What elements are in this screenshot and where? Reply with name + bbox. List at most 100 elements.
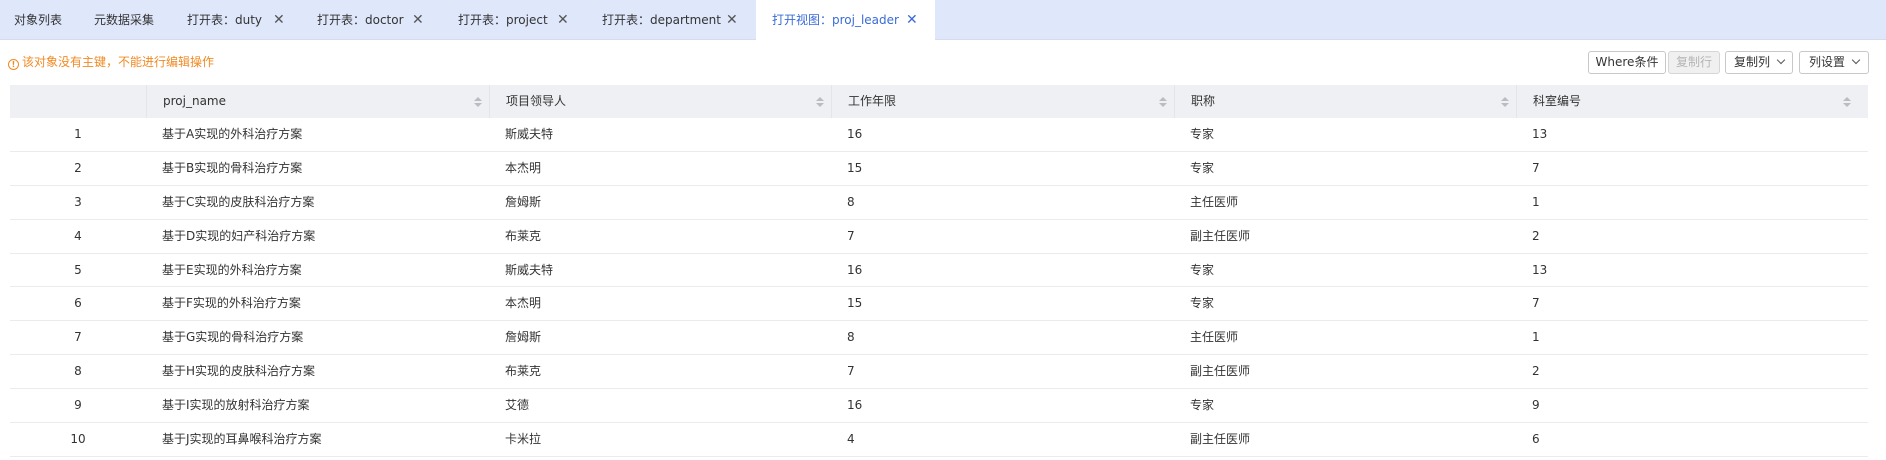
- cell-work-years[interactable]: 16: [847, 389, 1167, 422]
- cell-title[interactable]: 专家: [1190, 389, 1510, 422]
- cell-leader[interactable]: 布莱克: [505, 220, 825, 253]
- cell-leader[interactable]: 本杰明: [505, 287, 825, 320]
- cell-work-years[interactable]: 15: [847, 152, 1167, 185]
- table-row[interactable]: 3 基于C实现的皮肤科治疗方案 詹姆斯 8 主任医师 1: [10, 186, 1868, 220]
- cell-title[interactable]: 专家: [1190, 118, 1510, 151]
- column-header-proj-name[interactable]: proj_name: [146, 85, 489, 118]
- cell-title[interactable]: 副主任医师: [1190, 220, 1510, 253]
- cell-proj-name[interactable]: 基于G实现的骨科治疗方案: [162, 321, 482, 354]
- table-row[interactable]: 7 基于G实现的骨科治疗方案 詹姆斯 8 主任医师 1: [10, 321, 1868, 356]
- cell-proj-name[interactable]: 基于A实现的外科治疗方案: [162, 118, 482, 151]
- cell-title[interactable]: 专家: [1190, 254, 1510, 287]
- cell-dept-no[interactable]: 13: [1532, 118, 1852, 151]
- cell-dept-no[interactable]: 2: [1532, 220, 1852, 253]
- cell-proj-name[interactable]: 基于I实现的放射科治疗方案: [162, 389, 482, 422]
- close-icon[interactable]: ✕: [906, 0, 918, 40]
- cell-leader[interactable]: 斯威夫特: [505, 254, 825, 287]
- column-header-label: 职称: [1191, 94, 1216, 108]
- tab-metadata-collection[interactable]: 元数据采集: [80, 0, 168, 40]
- cell-work-years[interactable]: 16: [847, 254, 1167, 287]
- close-icon[interactable]: ✕: [273, 0, 285, 40]
- tab-proj-leader[interactable]: 打开视图：proj_leader ✕: [756, 0, 935, 41]
- column-settings-label: 列设置: [1808, 55, 1845, 69]
- cell-dept-no[interactable]: 7: [1532, 152, 1852, 185]
- close-icon[interactable]: ✕: [557, 0, 569, 40]
- cell-work-years[interactable]: 15: [847, 287, 1167, 320]
- tab-label: 打开表：doctor: [317, 13, 404, 27]
- cell-dept-no[interactable]: 7: [1532, 287, 1852, 320]
- row-index: 4: [74, 228, 82, 243]
- cell-proj-name[interactable]: 基于E实现的外科治疗方案: [162, 254, 482, 287]
- table-row[interactable]: 6 基于F实现的外科治疗方案 本杰明 15 专家 7: [10, 287, 1868, 322]
- tab-doctor[interactable]: 打开表：doctor ✕: [302, 0, 434, 40]
- cell-work-years[interactable]: 8: [847, 321, 1167, 354]
- row-index: 7: [74, 330, 82, 345]
- cell-leader[interactable]: 詹姆斯: [505, 186, 825, 219]
- cell-leader[interactable]: 詹姆斯: [505, 321, 825, 354]
- cell-title[interactable]: 主任医师: [1190, 321, 1510, 354]
- cell-proj-name[interactable]: 基于B实现的骨科治疗方案: [162, 152, 482, 185]
- table-row[interactable]: 8 基于H实现的皮肤科治疗方案 布莱克 7 副主任医师 2: [10, 355, 1868, 390]
- cell-dept-no[interactable]: 1: [1532, 186, 1852, 219]
- sort-icon[interactable]: [1159, 97, 1167, 107]
- cell-title[interactable]: 主任医师: [1190, 186, 1510, 219]
- close-icon[interactable]: ✕: [726, 0, 738, 40]
- cell-work-years[interactable]: 16: [847, 118, 1167, 151]
- cell-leader[interactable]: 艾德: [505, 389, 825, 422]
- chevron-down-icon: [1776, 55, 1786, 65]
- cell-title[interactable]: 专家: [1190, 287, 1510, 320]
- copy-column-dropdown[interactable]: 复制列: [1725, 51, 1793, 74]
- column-settings-dropdown[interactable]: 列设置: [1799, 51, 1869, 74]
- column-header-dept-no[interactable]: 科室编号: [1516, 85, 1868, 118]
- cell-proj-name[interactable]: 基于F实现的外科治疗方案: [162, 287, 482, 320]
- sort-icon[interactable]: [1501, 97, 1509, 107]
- cell-work-years[interactable]: 4: [847, 423, 1167, 456]
- cell-proj-name[interactable]: 基于H实现的皮肤科治疗方案: [162, 355, 482, 388]
- cell-leader[interactable]: 本杰明: [505, 152, 825, 185]
- cell-proj-name[interactable]: 基于C实现的皮肤科治疗方案: [162, 186, 482, 219]
- cell-title[interactable]: 副主任医师: [1190, 423, 1510, 456]
- table-row[interactable]: 10 基于J实现的耳鼻喉科治疗方案 卡米拉 4 副主任医师 6: [10, 423, 1868, 457]
- cell-leader[interactable]: 布莱克: [505, 355, 825, 388]
- cell-leader[interactable]: 卡米拉: [505, 423, 825, 456]
- cell-work-years[interactable]: 8: [847, 186, 1167, 219]
- cell-title[interactable]: 副主任医师: [1190, 355, 1510, 388]
- cell-proj-name[interactable]: 基于J实现的耳鼻喉科治疗方案: [162, 423, 482, 456]
- tab-duty[interactable]: 打开表：duty ✕: [172, 0, 298, 40]
- cell-dept-no[interactable]: 2: [1532, 355, 1852, 388]
- cell-dept-no[interactable]: 13: [1532, 254, 1852, 287]
- cell-proj-name[interactable]: 基于D实现的妇产科治疗方案: [162, 220, 482, 253]
- table-row[interactable]: 5 基于E实现的外科治疗方案 斯威夫特 16 专家 13: [10, 254, 1868, 288]
- cell-title[interactable]: 专家: [1190, 152, 1510, 185]
- close-icon[interactable]: ✕: [412, 0, 424, 40]
- table-row[interactable]: 2 基于B实现的骨科治疗方案 本杰明 15 专家 7: [10, 152, 1868, 186]
- cell-dept-no[interactable]: 9: [1532, 389, 1852, 422]
- cell-work-years[interactable]: 7: [847, 355, 1167, 388]
- tab-object-list[interactable]: 对象列表: [0, 0, 78, 40]
- column-header-leader[interactable]: 项目领导人: [489, 85, 831, 118]
- cell-work-years[interactable]: 7: [847, 220, 1167, 253]
- column-header-title[interactable]: 职称: [1174, 85, 1516, 118]
- tab-label: 打开表：duty: [187, 13, 263, 27]
- tab-label: 打开表：project: [458, 13, 548, 27]
- column-header-work-years[interactable]: 工作年限: [831, 85, 1174, 118]
- row-index: 1: [74, 127, 82, 141]
- cell-dept-no[interactable]: 1: [1532, 321, 1852, 354]
- cell-leader[interactable]: 斯威夫特: [505, 118, 825, 151]
- tab-project[interactable]: 打开表：project ✕: [442, 0, 578, 40]
- tab-label: 打开表：department: [602, 13, 721, 27]
- tab-label: 对象列表: [14, 13, 63, 27]
- sort-icon[interactable]: [1843, 97, 1851, 107]
- row-index: 3: [74, 194, 82, 209]
- where-condition-button[interactable]: Where条件: [1588, 51, 1666, 74]
- sort-icon[interactable]: [474, 97, 482, 107]
- row-index: 10: [70, 432, 86, 447]
- cell-dept-no[interactable]: 6: [1532, 423, 1852, 456]
- sort-icon[interactable]: [816, 97, 824, 107]
- warning-text: 该对象没有主键，不能进行编辑操作: [22, 55, 215, 69]
- table-row[interactable]: 4 基于D实现的妇产科治疗方案 布莱克 7 副主任医师 2: [10, 220, 1868, 254]
- table-row[interactable]: 9 基于I实现的放射科治疗方案 艾德 16 专家 9: [10, 389, 1868, 424]
- table-row[interactable]: 1 基于A实现的外科治疗方案 斯威夫特 16 专家 13: [10, 118, 1868, 152]
- tab-department[interactable]: 打开表：department ✕: [585, 0, 745, 40]
- copy-row-button[interactable]: 复制行: [1668, 51, 1720, 74]
